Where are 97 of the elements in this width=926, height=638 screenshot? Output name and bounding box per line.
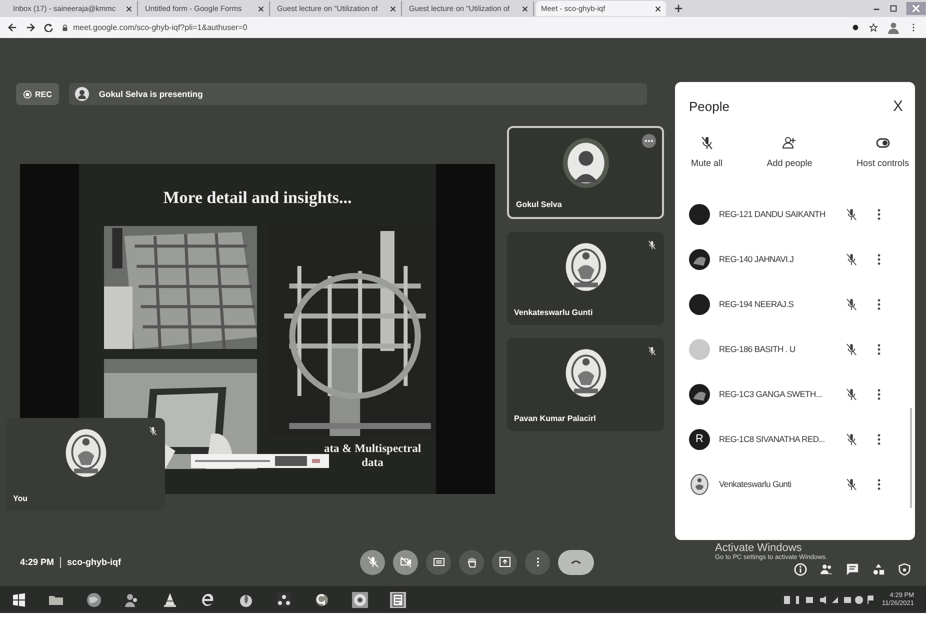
participant-name: REG-186 BASITH . U — [719, 344, 796, 354]
record-icon[interactable] — [851, 23, 860, 32]
panel-title: People — [689, 99, 730, 114]
more-icon[interactable] — [877, 388, 881, 400]
captions-icon — [432, 556, 444, 568]
participant-name: REG-121 DANDU SAIKANTH — [719, 209, 826, 219]
participant-tile[interactable]: Pavan Kumar Palacirl — [507, 338, 664, 431]
activities-icon[interactable] — [872, 563, 885, 576]
participant-tile[interactable]: Gokul Selva — [507, 126, 664, 219]
close-icon[interactable] — [258, 6, 264, 12]
avatar: R — [689, 428, 710, 450]
participant-name: Gokul Selva — [516, 200, 562, 209]
windows-logo-icon[interactable] — [12, 592, 26, 606]
add-icon — [782, 136, 796, 150]
more-icon[interactable] — [877, 432, 881, 446]
mic-button[interactable] — [360, 550, 385, 574]
camera-icon — [400, 556, 412, 568]
hangup-button[interactable] — [558, 550, 594, 574]
rec-label: REC — [35, 90, 52, 98]
close-icon[interactable] — [126, 6, 132, 12]
reload-icon[interactable] — [44, 23, 53, 32]
more-icon[interactable] — [877, 298, 881, 310]
document-icon[interactable] — [390, 592, 406, 608]
self-view-tile[interactable]: You — [6, 418, 165, 511]
participant-tile[interactable]: Venkateswarlu Gunti — [507, 232, 664, 325]
captions-button[interactable] — [426, 550, 451, 574]
close-icon[interactable] — [522, 6, 528, 12]
mic-off-icon[interactable] — [846, 298, 857, 310]
hand-button[interactable] — [459, 550, 484, 574]
browser-icon[interactable] — [200, 592, 216, 608]
record-icon — [23, 90, 32, 98]
back-icon[interactable] — [8, 23, 17, 32]
app-icon[interactable] — [314, 592, 330, 608]
shield-icon[interactable] — [898, 563, 911, 576]
participant-name: REG-140 JAHNAVI.J — [719, 254, 795, 264]
restore-icon[interactable] — [889, 4, 898, 13]
chat-icon[interactable] — [846, 563, 859, 576]
avatar-icon — [562, 138, 608, 188]
mic-off-icon[interactable] — [846, 342, 857, 356]
people-icon[interactable] — [124, 592, 140, 608]
mic-icon — [366, 556, 378, 568]
new-tab-icon[interactable] — [674, 4, 683, 13]
emblem-icon — [689, 474, 710, 494]
mic-off-icon[interactable] — [846, 432, 857, 446]
globe-icon[interactable] — [86, 592, 102, 608]
meeting-time: 4:29 PM — [20, 557, 54, 567]
more-icon[interactable] — [642, 134, 656, 148]
cone-icon[interactable] — [162, 592, 178, 608]
mic-off-icon[interactable] — [846, 388, 857, 400]
mic-off-icon[interactable] — [846, 252, 857, 266]
close-button[interactable]: X — [888, 96, 907, 117]
participant-name: Venkateswarlu Gunti — [514, 308, 593, 317]
forward-icon[interactable] — [26, 23, 35, 32]
star-icon[interactable] — [869, 23, 878, 32]
profile-icon[interactable] — [887, 21, 900, 34]
close-icon[interactable] — [390, 6, 396, 12]
participant-name: REG-1C8 SIVANATHA RED... — [719, 434, 826, 444]
chrome-icon[interactable] — [352, 592, 368, 608]
slide-title: More detail and insights... — [162, 188, 353, 208]
slide-caption: ata & Multispectral — [324, 442, 422, 456]
mic-off-icon[interactable] — [846, 478, 857, 490]
flame-icon[interactable] — [238, 592, 254, 608]
hand-icon — [466, 556, 478, 568]
avatar — [689, 384, 710, 404]
present-icon — [498, 556, 510, 568]
host-action[interactable]: Host controls — [854, 134, 911, 170]
more-icon[interactable] — [877, 252, 881, 266]
avatar — [689, 338, 710, 360]
participant-name: REG-1C3 GANGA SWETH... — [719, 389, 823, 399]
more-icon[interactable] — [877, 478, 881, 490]
people-icon[interactable] — [820, 563, 833, 576]
participant-name: Venkateswarlu Gunti — [719, 479, 792, 489]
slide-caption: data — [362, 456, 384, 470]
mute-icon — [700, 136, 714, 150]
meeting-code: sco-ghyb-iqf — [67, 557, 122, 567]
close-icon[interactable] — [655, 6, 661, 12]
presenting-text: Gokul Selva is presenting — [98, 89, 203, 99]
host-icon — [876, 136, 890, 150]
mic-off-icon[interactable] — [846, 208, 857, 220]
participant-name: REG-194 NEERAJ.S — [719, 299, 795, 309]
network-icon[interactable] — [276, 592, 292, 608]
add-action[interactable]: Add people — [764, 134, 814, 170]
avatar — [689, 294, 710, 314]
avatar — [689, 204, 710, 224]
avatar-icon — [74, 87, 89, 101]
avatar — [689, 248, 710, 270]
more-icon[interactable] — [877, 342, 881, 356]
info-icon[interactable] — [794, 563, 807, 576]
more-icon[interactable] — [877, 208, 881, 220]
lock-icon — [62, 24, 68, 32]
camera-button[interactable] — [393, 550, 418, 574]
present-button[interactable] — [492, 550, 517, 574]
tray-icons[interactable] — [784, 594, 874, 604]
mute-action[interactable]: Mute all — [689, 134, 725, 170]
participant-name: You — [13, 494, 28, 503]
activation-notice: Activate Windows — [715, 542, 803, 554]
participant-name: Pavan Kumar Palacirl — [514, 414, 596, 423]
